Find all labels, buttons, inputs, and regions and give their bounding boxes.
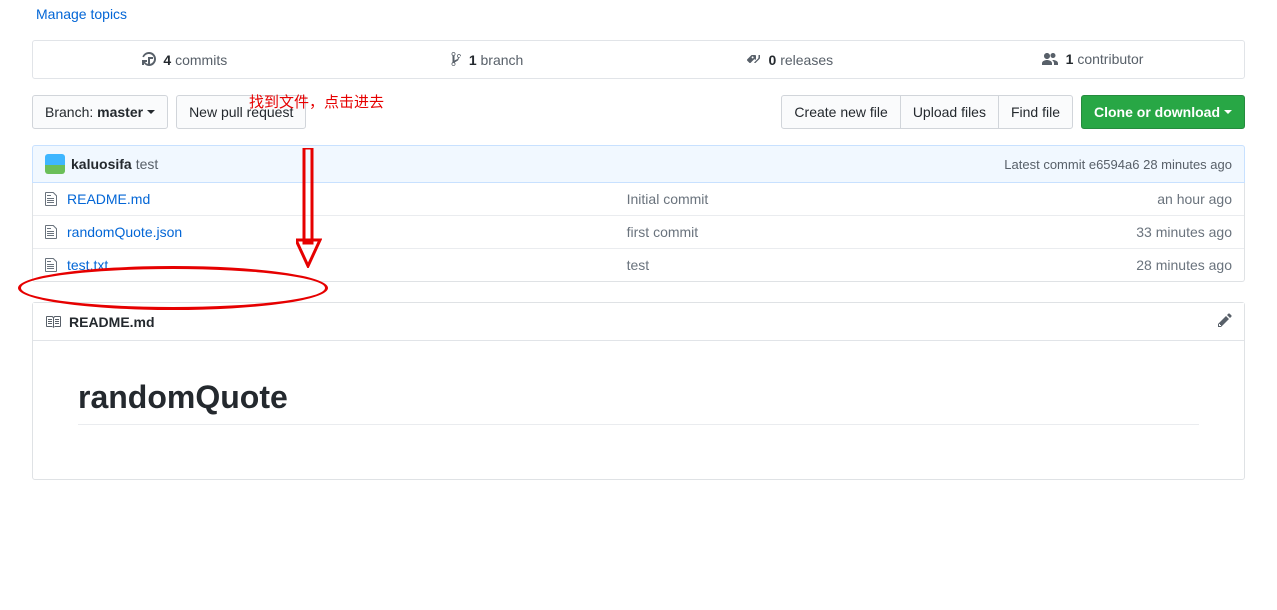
clone-download-label: Clone or download xyxy=(1094,102,1220,122)
file-icon xyxy=(45,191,57,207)
commits-count: 4 xyxy=(163,52,171,68)
stat-branches[interactable]: 1 branch xyxy=(336,41,639,78)
caret-down-icon xyxy=(1224,110,1232,114)
book-icon xyxy=(45,314,61,330)
upload-files-button[interactable]: Upload files xyxy=(900,95,999,129)
file-commit-msg[interactable]: Initial commit xyxy=(627,191,1092,207)
latest-commit-prefix: Latest commit xyxy=(1004,157,1085,172)
file-commit-msg[interactable]: test xyxy=(627,257,1092,273)
file-actions-row: Branch: master New pull request Create n… xyxy=(32,95,1245,129)
readme-body: randomQuote xyxy=(33,341,1244,479)
tag-icon xyxy=(747,51,761,67)
file-commit-msg[interactable]: first commit xyxy=(627,224,1092,240)
annotation-arrow-icon xyxy=(296,148,322,268)
stat-commits[interactable]: 4 commits xyxy=(33,41,336,78)
file-row: README.md Initial commit an hour ago xyxy=(33,183,1244,215)
git-branch-icon xyxy=(451,51,461,67)
file-time: an hour ago xyxy=(1092,191,1232,207)
branches-label: branch xyxy=(481,52,524,68)
file-ops-group: Create new file Upload files Find file xyxy=(781,95,1073,129)
file-list: README.md Initial commit an hour ago ran… xyxy=(32,183,1245,282)
commit-author[interactable]: kaluosifa xyxy=(71,156,132,172)
avatar[interactable] xyxy=(45,154,65,174)
file-row: randomQuote.json first commit 33 minutes… xyxy=(33,215,1244,248)
commit-sha[interactable]: e6594a6 xyxy=(1089,157,1140,172)
file-time: 28 minutes ago xyxy=(1092,257,1232,273)
branch-name: master xyxy=(97,102,143,122)
file-row: test.txt test 28 minutes ago xyxy=(33,248,1244,281)
stat-contributors[interactable]: 1 contributor xyxy=(941,41,1244,78)
file-time: 33 minutes ago xyxy=(1092,224,1232,240)
branch-select-button[interactable]: Branch: master xyxy=(32,95,168,129)
readme-filename: README.md xyxy=(69,314,155,330)
releases-count: 0 xyxy=(769,52,777,68)
contributors-label: contributor xyxy=(1077,51,1143,67)
commits-label: commits xyxy=(175,52,227,68)
edit-readme-button[interactable] xyxy=(1218,312,1232,331)
contributors-count: 1 xyxy=(1066,51,1074,67)
repo-stats: 4 commits 1 branch 0 releases 1 contribu… xyxy=(32,40,1245,79)
latest-commit-bar: kaluosifa test Latest commit e6594a6 28 … xyxy=(32,145,1245,183)
readme-header: README.md xyxy=(33,303,1244,341)
pencil-icon xyxy=(1218,312,1232,328)
readme-heading: randomQuote xyxy=(78,379,1199,425)
file-icon xyxy=(45,257,57,273)
caret-down-icon xyxy=(147,110,155,114)
people-icon xyxy=(1042,52,1058,66)
commit-meta: Latest commit e6594a6 28 minutes ago xyxy=(1004,157,1232,172)
clone-download-button[interactable]: Clone or download xyxy=(1081,95,1245,129)
annotation-hint-text: 找到文件，点击进去 xyxy=(249,91,384,112)
releases-label: releases xyxy=(780,52,833,68)
branch-prefix: Branch: xyxy=(45,102,93,122)
file-icon xyxy=(45,224,57,240)
commit-message[interactable]: test xyxy=(136,156,159,172)
file-link[interactable]: randomQuote.json xyxy=(67,224,182,240)
readme-box: README.md randomQuote xyxy=(32,302,1245,480)
file-link[interactable]: README.md xyxy=(67,191,150,207)
commit-time: 28 minutes ago xyxy=(1143,157,1232,172)
stat-releases[interactable]: 0 releases xyxy=(639,41,942,78)
create-new-file-button[interactable]: Create new file xyxy=(781,95,900,129)
file-link[interactable]: test.txt xyxy=(67,257,108,273)
branches-count: 1 xyxy=(469,52,477,68)
find-file-button[interactable]: Find file xyxy=(998,95,1073,129)
manage-topics-link[interactable]: Manage topics xyxy=(36,6,127,22)
history-icon xyxy=(142,51,156,67)
